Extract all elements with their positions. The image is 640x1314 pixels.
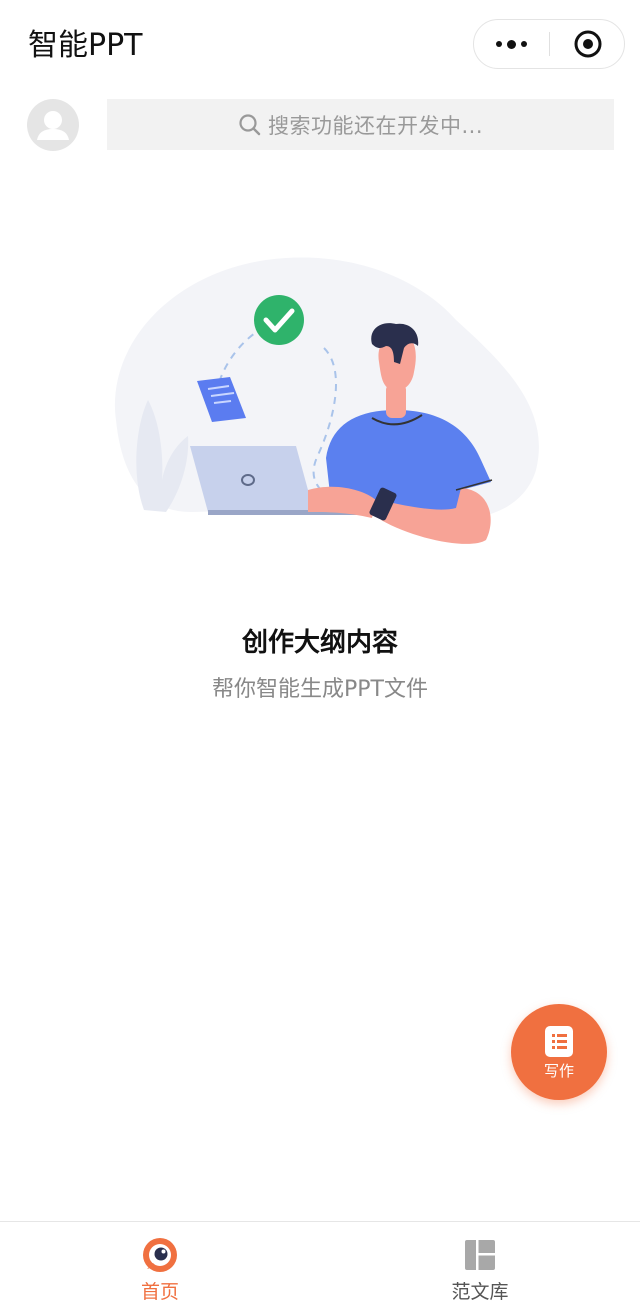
tab-library-label: 范文库 xyxy=(451,1281,509,1303)
write-fab-button[interactable]: 写作 xyxy=(511,1004,607,1100)
page-title: 智能PPT xyxy=(28,28,143,63)
user-avatar-icon xyxy=(37,111,69,140)
mini-program-capsule xyxy=(473,19,625,69)
tab-library[interactable]: 范文库 xyxy=(320,1222,640,1314)
tab-home-label: 首页 xyxy=(140,1281,179,1303)
more-options-button[interactable] xyxy=(474,20,549,68)
target-circle-icon xyxy=(574,30,601,58)
search-icon xyxy=(239,113,261,135)
empty-state-subtitle: 帮你智能生成PPT文件 xyxy=(212,677,428,702)
document-list-icon xyxy=(545,1025,573,1057)
empty-state-illustration xyxy=(114,257,539,544)
empty-state-title: 创作大纲内容 xyxy=(241,628,398,658)
avatar[interactable] xyxy=(27,99,79,151)
layout-grid-icon xyxy=(465,1240,495,1270)
more-dots-icon xyxy=(496,41,502,47)
close-mini-program-button[interactable] xyxy=(550,20,625,68)
tab-home[interactable]: 首页 xyxy=(0,1222,320,1314)
write-fab-label: 写作 xyxy=(543,1061,574,1080)
search-placeholder: 搜索功能还在开发中... xyxy=(267,113,484,138)
search-bar[interactable]: 搜索功能还在开发中... xyxy=(107,99,614,150)
bottom-tab-bar: 首页 范文库 xyxy=(0,1221,640,1314)
home-eye-icon xyxy=(143,1238,177,1272)
